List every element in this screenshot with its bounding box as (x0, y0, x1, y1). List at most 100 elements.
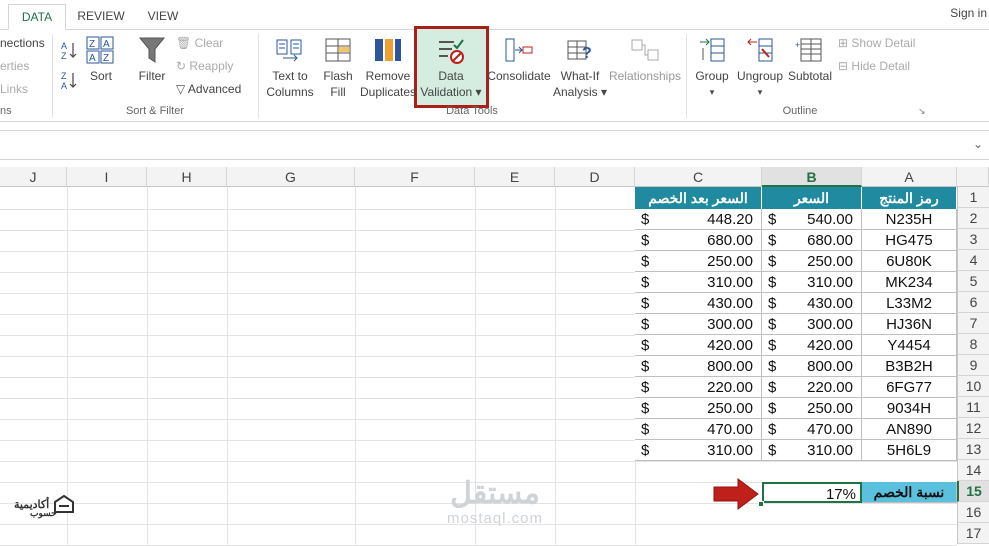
table-cell-price[interactable]: $430.00 (762, 293, 862, 314)
row-header-2[interactable]: 2 (957, 208, 989, 229)
consolidate-button[interactable]: Consolidate (486, 36, 552, 84)
table-cell-price[interactable]: $800.00 (762, 356, 862, 377)
column-header-b[interactable]: B (762, 167, 862, 187)
row-header-14[interactable]: 14 (957, 460, 989, 481)
column-header-j[interactable]: J (0, 167, 67, 187)
what-if-analysis-button[interactable]: ? What-If Analysis ▾ (552, 36, 608, 100)
advanced-button[interactable]: ▽ Advanced (176, 82, 241, 96)
relationships-button[interactable]: Relationships (608, 36, 682, 84)
row-header-6[interactable]: 6 (957, 292, 989, 313)
table-cell-discounted[interactable]: $220.00 (635, 377, 762, 398)
show-detail-button[interactable]: ⊞ Show Detail (838, 36, 915, 50)
formula-bar[interactable]: ⌄ (0, 130, 989, 160)
header-discounted-price[interactable]: السعر بعد الخصم (635, 187, 762, 209)
table-cell-code[interactable]: 6FG77 (862, 377, 957, 398)
table-cell-discounted[interactable]: $448.20 (635, 209, 762, 230)
dialog-launcher-icon[interactable]: ↘ (918, 106, 926, 117)
column-header-h[interactable]: H (147, 167, 227, 187)
row-header-17[interactable]: 17 (957, 523, 989, 544)
reapply-button[interactable]: ↻ Reapply (176, 59, 233, 73)
tab-data[interactable]: DATA (8, 4, 66, 30)
table-cell-price[interactable]: $680.00 (762, 230, 862, 251)
column-header-a[interactable]: A (862, 167, 957, 187)
expand-formula-bar-icon[interactable]: ⌄ (973, 137, 983, 151)
properties-button[interactable]: erties (0, 59, 29, 73)
row-header-7[interactable]: 7 (957, 313, 989, 334)
row-header-10[interactable]: 10 (957, 376, 989, 397)
table-cell-discounted[interactable]: $300.00 (635, 314, 762, 335)
header-product-code[interactable]: رمز المنتج (862, 187, 957, 209)
hide-detail-button[interactable]: ⊟ Hide Detail (838, 59, 910, 73)
subtotal-button[interactable]: + Subtotal (786, 36, 834, 84)
column-header-c[interactable]: C (635, 167, 762, 187)
select-all-corner[interactable] (957, 167, 989, 187)
discount-label-cell[interactable]: نسبة الخصم (862, 482, 957, 503)
tab-view[interactable]: VIEW (138, 4, 188, 30)
edit-links-button[interactable]: Links (0, 82, 28, 96)
column-header-g[interactable]: G (227, 167, 355, 187)
row-header-9[interactable]: 9 (957, 355, 989, 376)
column-header-e[interactable]: E (475, 167, 555, 187)
table-cell-code[interactable]: L33M2 (862, 293, 957, 314)
ungroup-button[interactable]: Ungroup ▾ (734, 36, 786, 100)
table-cell-code[interactable]: 6U80K (862, 251, 957, 272)
table-cell-code[interactable]: 9034H (862, 398, 957, 419)
table-cell-discounted[interactable]: $310.00 (635, 272, 762, 293)
row-header-1[interactable]: 1 (957, 187, 989, 208)
table-cell-price[interactable]: $310.00 (762, 440, 862, 461)
table-cell-price[interactable]: $220.00 (762, 377, 862, 398)
table-cell-code[interactable]: N235H (862, 209, 957, 230)
table-cell-code[interactable]: B3B2H (862, 356, 957, 377)
row-header-4[interactable]: 4 (957, 250, 989, 271)
clear-button[interactable]: 🗑︎ Clear (176, 36, 223, 50)
header-price[interactable]: السعر (762, 187, 862, 209)
text-to-columns-button[interactable]: Text to Columns (262, 36, 318, 100)
row-header-5[interactable]: 5 (957, 271, 989, 292)
table-cell-code[interactable]: HJ36N (862, 314, 957, 335)
fill-handle[interactable] (758, 501, 764, 507)
table-cell-discounted[interactable]: $800.00 (635, 356, 762, 377)
sort-za-icon[interactable]: ZA (60, 70, 78, 93)
table-cell-price[interactable]: $470.00 (762, 419, 862, 440)
text-to-columns-label-1: Text to (272, 69, 308, 83)
table-cell-price[interactable]: $250.00 (762, 251, 862, 272)
group-button[interactable]: Group ▾ (690, 36, 734, 100)
row-header-11[interactable]: 11 (957, 397, 989, 418)
table-cell-discounted[interactable]: $250.00 (635, 398, 762, 419)
row-header-8[interactable]: 8 (957, 334, 989, 355)
discount-value-cell[interactable]: 17% (762, 482, 862, 503)
table-cell-code[interactable]: Y4454 (862, 335, 957, 356)
table-cell-price[interactable]: $310.00 (762, 272, 862, 293)
row-header-3[interactable]: 3 (957, 229, 989, 250)
flash-fill-button[interactable]: Flash Fill (318, 36, 358, 100)
connections-button[interactable]: nections (0, 36, 45, 50)
table-cell-code[interactable]: AN890 (862, 419, 957, 440)
row-header-16[interactable]: 16 (957, 502, 989, 523)
table-cell-discounted[interactable]: $430.00 (635, 293, 762, 314)
table-cell-discounted[interactable]: $680.00 (635, 230, 762, 251)
table-cell-code[interactable]: MK234 (862, 272, 957, 293)
row-header-12[interactable]: 12 (957, 418, 989, 439)
table-cell-discounted[interactable]: $250.00 (635, 251, 762, 272)
sort-az-icon[interactable]: AZ (60, 40, 78, 63)
column-header-d[interactable]: D (555, 167, 635, 187)
table-cell-discounted[interactable]: $420.00 (635, 335, 762, 356)
column-header-f[interactable]: F (355, 167, 475, 187)
table-cell-code[interactable]: HG475 (862, 230, 957, 251)
sort-button[interactable]: ZAAZ Sort (84, 36, 118, 84)
table-cell-price[interactable]: $300.00 (762, 314, 862, 335)
row-header-15[interactable]: 15 (957, 481, 989, 502)
row-header-13[interactable]: 13 (957, 439, 989, 460)
table-cell-price[interactable]: $420.00 (762, 335, 862, 356)
filter-button[interactable]: Filter (134, 36, 170, 84)
table-cell-code[interactable]: 5H6L9 (862, 440, 957, 461)
table-cell-price[interactable]: $250.00 (762, 398, 862, 419)
table-cell-price[interactable]: $540.00 (762, 209, 862, 230)
table-cell-discounted[interactable]: $470.00 (635, 419, 762, 440)
column-header-i[interactable]: I (67, 167, 147, 187)
remove-duplicates-button[interactable]: Remove Duplicates (358, 36, 418, 100)
sign-in-link[interactable]: Sign in (950, 6, 987, 20)
table-cell-discounted[interactable]: $310.00 (635, 440, 762, 461)
tab-review[interactable]: REVIEW (72, 4, 130, 30)
data-validation-button[interactable]: Data Validation ▾ (416, 36, 486, 100)
